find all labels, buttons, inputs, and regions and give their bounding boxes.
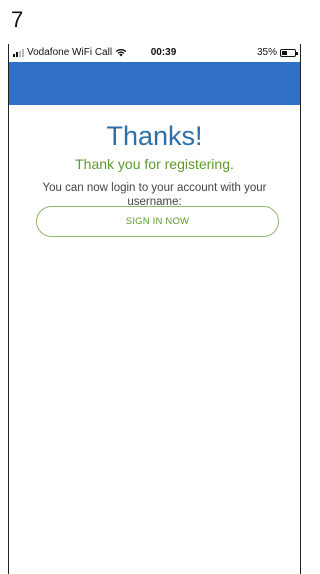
registration-success-content: Thanks! Thank you for registering. You c… [9, 105, 300, 209]
phone-screen: Vodafone WiFi Call 00:39 35% Thanks! Tha… [8, 44, 301, 574]
nav-bar [9, 62, 300, 105]
sign-in-button[interactable]: SIGN IN NOW [36, 206, 279, 237]
page-title: Thanks! [106, 121, 203, 151]
step-number: 7 [11, 7, 24, 32]
page-subtitle: Thank you for registering. [75, 156, 234, 172]
login-instructions: You can now login to your account with y… [42, 182, 267, 208]
status-bar: Vodafone WiFi Call 00:39 35% [9, 44, 300, 62]
battery-percent: 35% [256, 47, 277, 58]
status-right: 35% [256, 47, 298, 58]
battery-icon [280, 48, 298, 57]
